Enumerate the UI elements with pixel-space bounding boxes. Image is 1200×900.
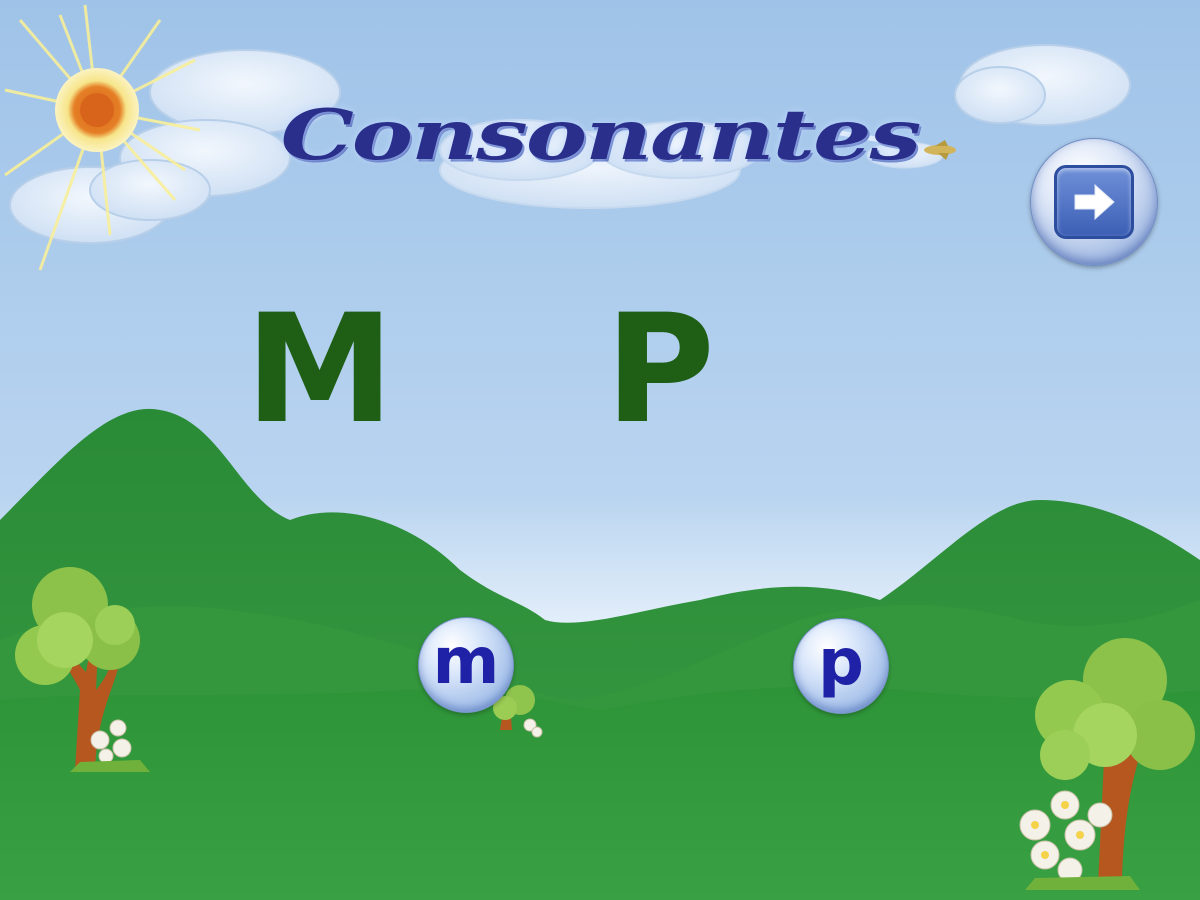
letter-bubble-label: p — [818, 626, 864, 700]
letter-bubble-label: m — [432, 625, 500, 699]
page-title: Consonantes — [280, 94, 922, 176]
hills-front — [0, 686, 1200, 900]
letter-bubble-p[interactable]: p — [793, 618, 889, 714]
next-button-face — [1054, 165, 1134, 239]
arrow-right-icon — [1074, 183, 1115, 221]
uppercase-letter-m[interactable]: M — [245, 295, 394, 445]
uppercase-letter-p[interactable]: P — [605, 295, 715, 445]
next-button[interactable] — [1030, 138, 1158, 266]
letter-bubble-m[interactable]: m — [418, 617, 514, 713]
